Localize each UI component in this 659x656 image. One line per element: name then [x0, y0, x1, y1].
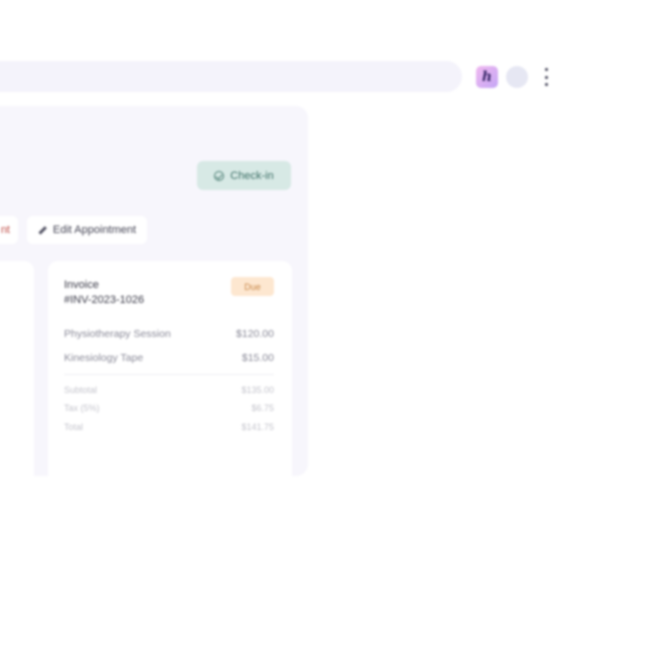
cancel-appointment-label: nt [0, 224, 10, 236]
cancel-appointment-button[interactable]: nt [0, 216, 18, 244]
kebab-dot [544, 83, 548, 86]
edit-appointment-label: Edit Appointment [52, 224, 137, 236]
check-in-button[interactable]: Check-in [197, 161, 291, 190]
edit-appointment-button[interactable]: Edit Appointment [27, 216, 147, 244]
check-circle-icon [214, 170, 225, 181]
kebab-menu-icon[interactable] [539, 68, 553, 86]
total-amount: $141.75 [241, 422, 274, 432]
invoice-divider [64, 374, 274, 375]
details-card [0, 261, 34, 519]
line-item-label: Physiotherapy Session [64, 328, 171, 340]
extension-icon[interactable]: h [476, 66, 498, 88]
kebab-dot [544, 68, 548, 71]
status-badge: Due [231, 277, 274, 296]
invoice-title: Invoice [64, 279, 99, 291]
line-item-amount: $15.00 [241, 352, 274, 364]
page-root: h Check-in nt Edit Appointment Invoice #… [0, 0, 659, 656]
line-item-label: Kinesiology Tape [64, 352, 144, 364]
address-bar[interactable] [0, 61, 462, 92]
profile-avatar[interactable] [506, 66, 528, 88]
kebab-dot [544, 75, 548, 79]
total-label: Total [64, 422, 84, 432]
invoice-number: #INV-2023-1026 [64, 294, 145, 306]
tax-amount: $6.75 [251, 403, 274, 413]
subtotal-amount: $135.00 [241, 385, 274, 395]
tax-label: Tax (5%) [64, 403, 100, 413]
check-in-label: Check-in [230, 169, 274, 182]
pencil-icon [38, 225, 47, 235]
subtotal-label: Subtotal [64, 385, 98, 395]
line-item-amount: $120.00 [236, 328, 274, 340]
